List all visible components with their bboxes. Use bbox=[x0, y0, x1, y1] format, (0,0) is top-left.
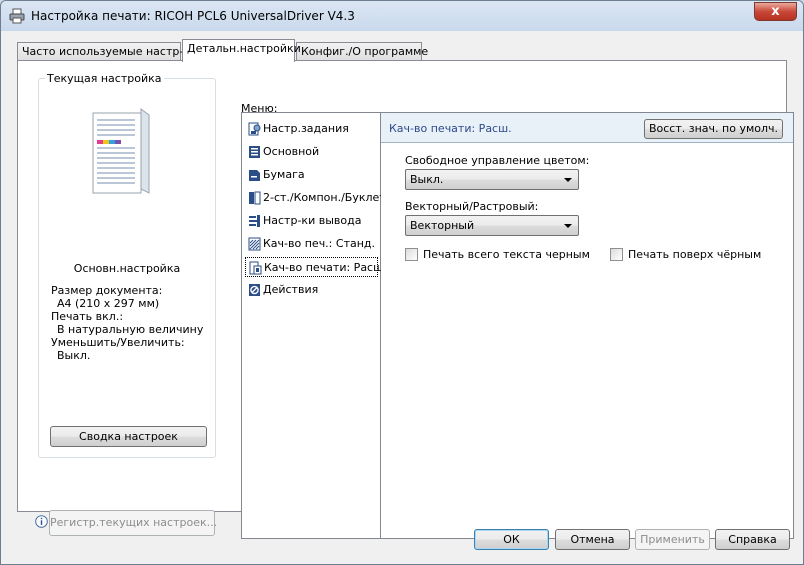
basic-doc-icon bbox=[249, 146, 260, 158]
vector-raster-select[interactable]: Векторный bbox=[405, 215, 579, 236]
chevron-down-icon bbox=[564, 178, 572, 182]
content-title: Кач-во печати: Расш. bbox=[389, 122, 512, 135]
current-settings-group: Текущая настройка Основн.настройка Разме… bbox=[38, 72, 216, 458]
reduce-enlarge-label: Уменьшить/Увеличить: bbox=[51, 336, 185, 349]
paper-icon bbox=[249, 170, 260, 181]
print-all-text-black-label: Печать всего текста черным bbox=[423, 248, 590, 261]
title-bar: Настройка печати: RICOH PCL6 UniversalDr… bbox=[1, 1, 803, 31]
tab-config-about[interactable]: Конфиг./О программе bbox=[296, 42, 428, 61]
job-settings-icon bbox=[248, 122, 261, 136]
tab-frequent-settings[interactable]: Часто используемые настр-ки bbox=[17, 42, 197, 61]
tab-detailed-settings[interactable]: Детальн.настройки bbox=[182, 39, 301, 62]
actions-icon bbox=[249, 284, 260, 296]
overprint-black-label: Печать поверх чёрным bbox=[628, 248, 762, 261]
restore-defaults-button[interactable]: Восст. знач. по умолч. bbox=[644, 119, 783, 139]
color-management-label: Свободное управление цветом: bbox=[405, 154, 590, 167]
register-current-settings-button[interactable]: Регистр.текущих настроек... bbox=[49, 510, 217, 536]
quality-advanced-icon bbox=[249, 261, 262, 275]
ok-button[interactable]: ОК bbox=[474, 529, 549, 550]
checkbox-box[interactable] bbox=[610, 248, 623, 261]
menu-item-quality-advanced[interactable]: Кач-во печати: Расш. bbox=[245, 257, 387, 277]
menu-item-label: Настр-ки вывода bbox=[263, 214, 362, 227]
menu-item-label: 2-ст./Компон./Буклет bbox=[263, 191, 386, 204]
menu-item-label: Настр.задания bbox=[263, 122, 349, 135]
menu-list: Настр.задания Основной Бумага 2-ст./Комп… bbox=[241, 112, 387, 539]
content-area: Кач-во печати: Расш. Восст. знач. по умо… bbox=[381, 112, 794, 539]
apply-button[interactable]: Применить bbox=[635, 529, 710, 550]
printer-icon bbox=[9, 8, 25, 24]
print-settings-window: Настройка печати: RICOH PCL6 UniversalDr… bbox=[0, 0, 804, 565]
menu-item-actions[interactable]: Действия bbox=[245, 280, 378, 300]
print-on-label: Печать вкл.: bbox=[51, 310, 124, 323]
overprint-black-checkbox[interactable]: Печать поверх чёрным bbox=[610, 248, 780, 262]
print-on-value: В натуральную величину bbox=[57, 323, 204, 336]
checkbox-box[interactable] bbox=[405, 248, 418, 261]
print-all-text-black-checkbox[interactable]: Печать всего текста черным bbox=[405, 248, 595, 262]
menu-item-job-settings[interactable]: Настр.задания bbox=[245, 119, 378, 139]
current-settings-title: Текущая настройка bbox=[45, 72, 164, 85]
settings-summary-button[interactable]: Сводка настроек bbox=[50, 426, 207, 447]
menu-item-output[interactable]: Настр-ки вывода bbox=[245, 211, 378, 231]
basic-settings-label: Основн.настройка bbox=[73, 262, 181, 275]
menu-item-quality-standard[interactable]: Кач-во печ.: Станд. bbox=[245, 234, 378, 254]
reduce-enlarge-value: Выкл. bbox=[57, 349, 91, 362]
menu-item-basic[interactable]: Основной bbox=[245, 142, 378, 162]
tab-panel-detailed: Текущая настройка Основн.настройка Разме… bbox=[17, 60, 794, 539]
doc-size-label: Размер документа: bbox=[51, 284, 163, 297]
vector-raster-label: Векторный/Растровый: bbox=[405, 200, 539, 213]
menu-item-label: Кач-во печати: Расш. bbox=[264, 261, 387, 274]
duplex-icon bbox=[249, 191, 261, 205]
content-header: Кач-во печати: Расш. Восст. знач. по умо… bbox=[381, 113, 793, 143]
color-management-select[interactable]: Выкл. bbox=[405, 169, 579, 190]
cancel-button[interactable]: Отмена bbox=[555, 529, 630, 550]
output-icon bbox=[249, 215, 260, 227]
dialog-client: Часто используемые настр-ки Детальн.наст… bbox=[9, 31, 795, 558]
menu-item-label: Кач-во печ.: Станд. bbox=[263, 237, 376, 250]
help-button[interactable]: Справка bbox=[715, 529, 790, 550]
menu-item-label: Действия bbox=[263, 283, 319, 296]
close-button[interactable]: x bbox=[754, 2, 797, 21]
window-title: Настройка печати: RICOH PCL6 UniversalDr… bbox=[31, 9, 355, 23]
menu-item-label: Бумага bbox=[263, 168, 305, 181]
document-preview-icon bbox=[92, 108, 150, 194]
menu-item-label: Основной bbox=[263, 145, 320, 158]
info-icon bbox=[35, 515, 48, 528]
menu-item-paper[interactable]: Бумага bbox=[245, 165, 378, 185]
doc-size-value: A4 (210 x 297 мм) bbox=[57, 297, 160, 310]
color-management-value: Выкл. bbox=[410, 173, 444, 186]
chevron-down-icon bbox=[564, 224, 572, 228]
quality-standard-icon bbox=[248, 237, 261, 251]
vector-raster-value: Векторный bbox=[410, 219, 475, 232]
menu-item-duplex[interactable]: 2-ст./Компон./Буклет bbox=[245, 188, 386, 208]
